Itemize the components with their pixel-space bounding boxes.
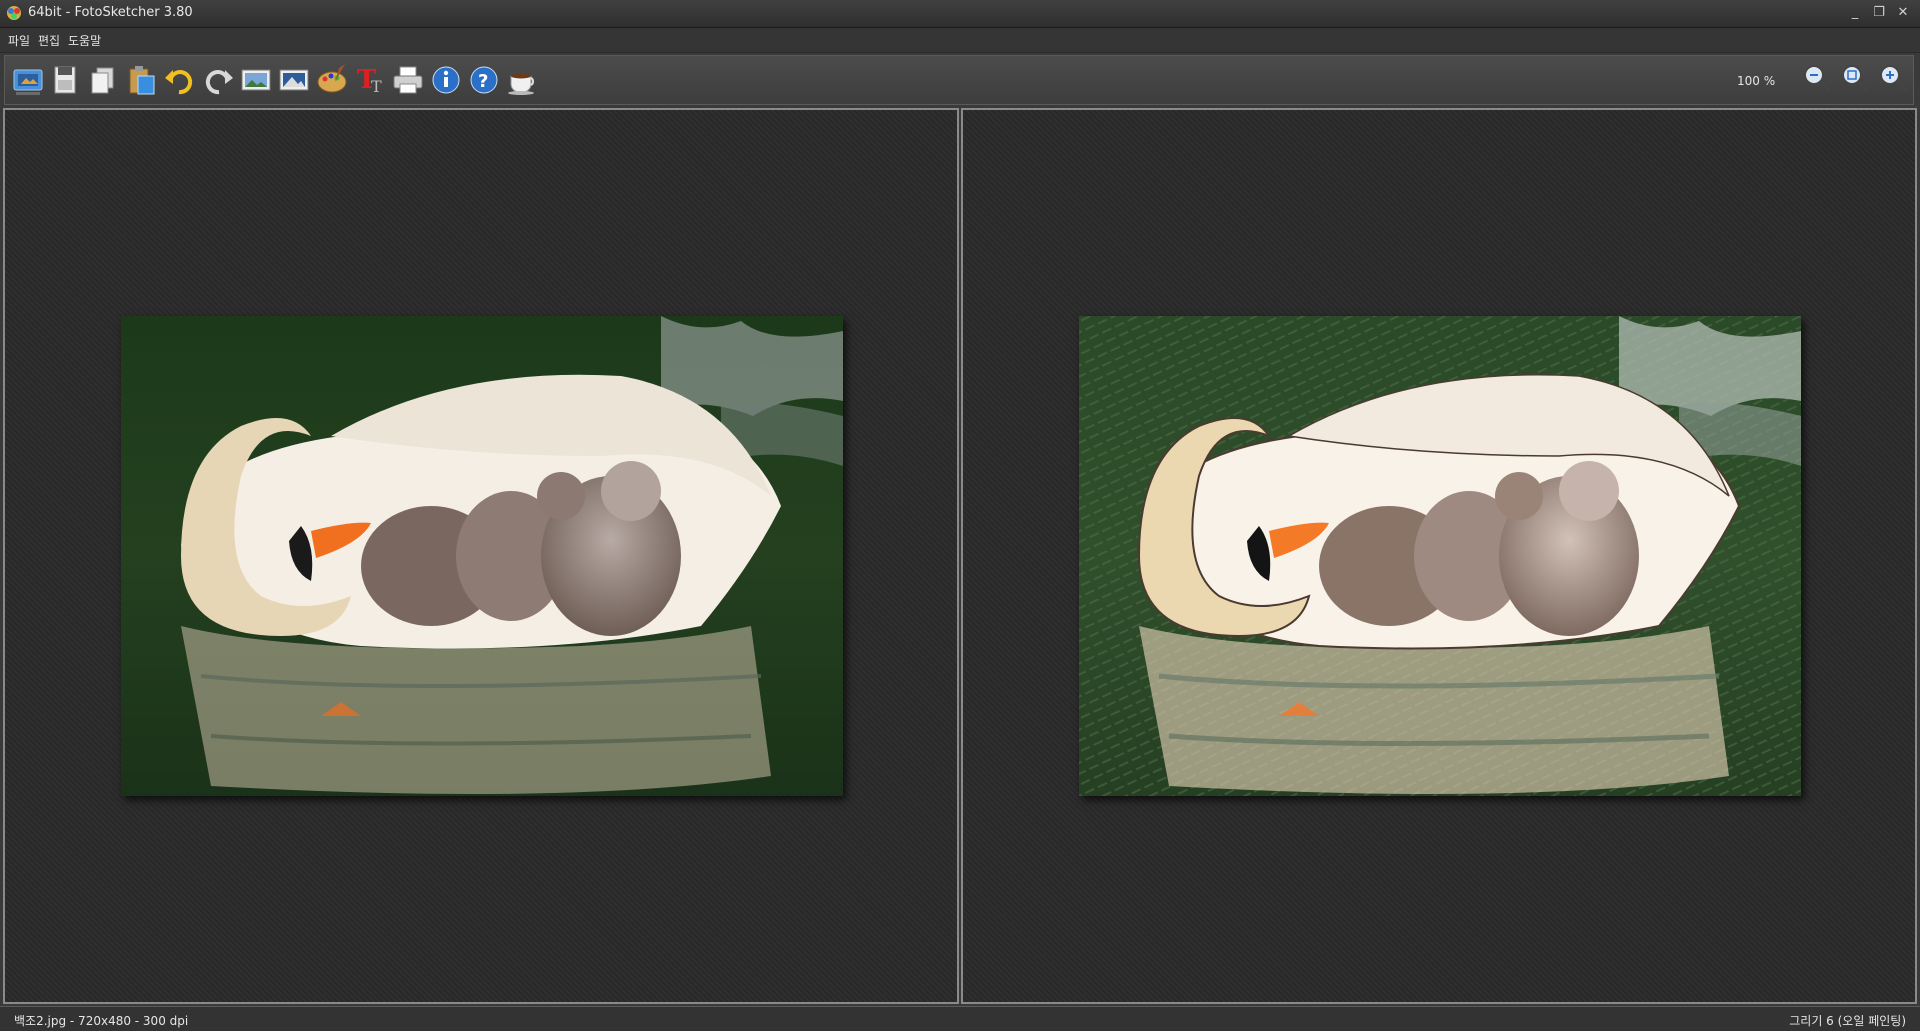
image-info: 백조2.jpg - 720x480 - 300 dpi (14, 1014, 189, 1028)
app-logo-icon (7, 6, 21, 20)
redo-icon[interactable] (201, 62, 235, 98)
zoom-out-icon[interactable] (1801, 62, 1835, 98)
menu-edit[interactable]: 편집 (38, 32, 60, 49)
help-icon[interactable]: ? (467, 62, 501, 98)
print-icon[interactable] (391, 62, 425, 98)
palette-icon[interactable] (315, 62, 349, 98)
menu-file[interactable]: 파일 (8, 32, 30, 49)
text-icon[interactable]: TT (353, 62, 387, 98)
undo-icon[interactable] (163, 62, 197, 98)
zoom-level: 100 % (1737, 74, 1776, 88)
original-photo (121, 316, 843, 796)
restore-button[interactable]: ❐ (1868, 3, 1890, 23)
menu-help[interactable]: 도움말 (68, 32, 101, 49)
zoom-in-icon[interactable] (1877, 62, 1911, 98)
copy-icon[interactable] (87, 62, 121, 98)
close-button[interactable]: ✕ (1892, 3, 1914, 23)
zoom-fit-icon[interactable] (1839, 62, 1873, 98)
status-bar: 백조2.jpg - 720x480 - 300 dpi 그리기 6 (오일 페인… (0, 1006, 1920, 1031)
landscape-icon[interactable] (277, 62, 311, 98)
processed-image-panel[interactable] (961, 108, 1917, 1004)
paste-icon[interactable] (125, 62, 159, 98)
effect-info: 그리기 6 (오일 페인팅) (1789, 1014, 1906, 1028)
svg-text:T: T (371, 77, 382, 96)
open-icon[interactable] (11, 62, 45, 98)
oil-painting-result (1079, 316, 1801, 796)
original-image-panel[interactable] (3, 108, 959, 1004)
save-icon[interactable] (49, 62, 83, 98)
coffee-icon[interactable] (505, 62, 539, 98)
menu-bar: 파일 편집 도움말 (0, 28, 1920, 53)
image-icon[interactable] (239, 62, 273, 98)
window-title: 64bit - FotoSketcher 3.80 (28, 5, 193, 20)
svg-text:?: ? (478, 71, 488, 92)
minimize-button[interactable]: _ (1844, 3, 1866, 23)
info-icon[interactable] (429, 62, 463, 98)
title-bar: 64bit - FotoSketcher 3.80 _ ❐ ✕ (0, 0, 1920, 28)
toolbar: TT ? 100 % (4, 55, 1914, 105)
